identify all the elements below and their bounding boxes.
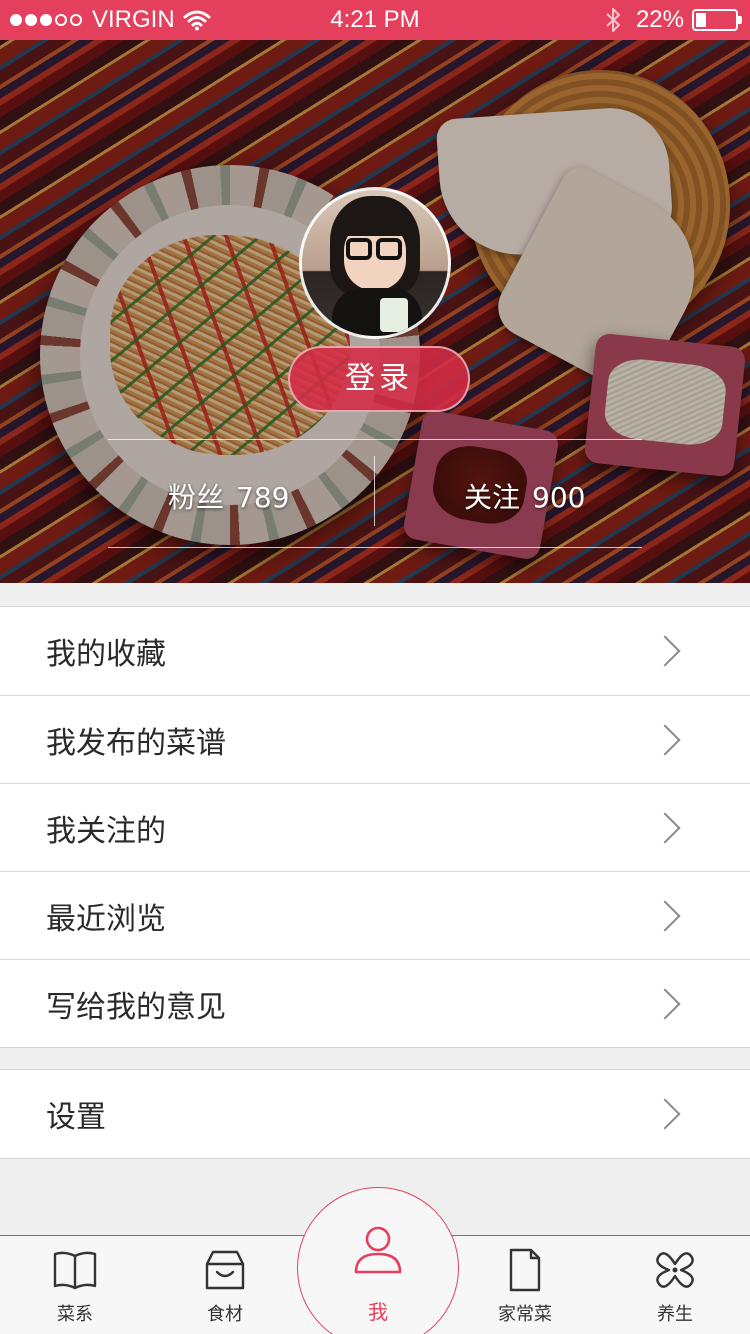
bluetooth-icon [606, 8, 620, 32]
login-button[interactable]: 登录 [288, 346, 470, 412]
menu-item-following[interactable]: 我关注的 [0, 783, 750, 871]
book-icon [53, 1251, 97, 1290]
menu-item-label: 我关注的 [46, 813, 166, 849]
tab-cuisines[interactable]: 菜系 [0, 1236, 150, 1334]
menu-item-my-recipes[interactable]: 我发布的菜谱 [0, 695, 750, 783]
status-bar: VIRGIN 4:21 PM 22% [0, 0, 750, 40]
chevron-right-icon [649, 811, 681, 844]
chevron-right-icon [649, 1098, 681, 1130]
fans-number: 789 [236, 481, 290, 514]
basket-icon [205, 1250, 245, 1290]
fans-label: 粉丝 [168, 481, 225, 514]
divider [108, 547, 642, 548]
following-count[interactable]: 关注 900 [464, 476, 585, 516]
menu-item-feedback[interactable]: 写给我的意见 [0, 959, 750, 1047]
menu-item-settings[interactable]: 设置 [0, 1070, 750, 1158]
battery-icon [692, 9, 742, 31]
tab-label: 菜系 [57, 1304, 93, 1325]
document-icon [509, 1248, 541, 1292]
tab-label: 家常菜 [498, 1304, 552, 1325]
fans-count[interactable]: 粉丝 789 [168, 476, 289, 516]
tab-label: 养生 [657, 1304, 693, 1325]
menu-item-label: 最近浏览 [46, 901, 166, 937]
tab-me[interactable]: 我 [297, 1187, 459, 1334]
divider [108, 439, 642, 440]
chevron-right-icon [649, 723, 681, 756]
menu-group-main: 我的收藏 我发布的菜谱 我关注的 最近浏览 写给我的意见 [0, 606, 750, 1048]
clover-icon [656, 1252, 694, 1288]
following-label: 关注 [464, 481, 521, 514]
tab-label: 食材 [207, 1304, 243, 1325]
tab-label: 我 [368, 1300, 388, 1324]
menu-group-settings: 设置 [0, 1069, 750, 1159]
chevron-right-icon [649, 635, 681, 667]
user-icon [354, 1226, 402, 1274]
menu-item-label: 设置 [46, 1100, 106, 1135]
tab-ingredients[interactable]: 食材 [150, 1236, 300, 1334]
divider [374, 456, 375, 526]
chevron-right-icon [649, 899, 681, 932]
tab-health[interactable]: 养生 [600, 1236, 750, 1334]
battery-percentage: 22% [635, 6, 684, 33]
menu-item-label: 写给我的意见 [46, 989, 226, 1025]
avatar[interactable] [299, 187, 451, 339]
following-number: 900 [532, 481, 586, 514]
tab-home-cooking[interactable]: 家常菜 [450, 1236, 600, 1334]
menu-item-label: 我发布的菜谱 [46, 725, 226, 761]
profile-header: 登录 粉丝 789 关注 900 [0, 40, 750, 583]
chevron-right-icon [649, 987, 681, 1020]
menu-item-recent[interactable]: 最近浏览 [0, 871, 750, 959]
menu-item-favorites[interactable]: 我的收藏 [0, 607, 750, 695]
menu-item-label: 我的收藏 [46, 637, 166, 672]
